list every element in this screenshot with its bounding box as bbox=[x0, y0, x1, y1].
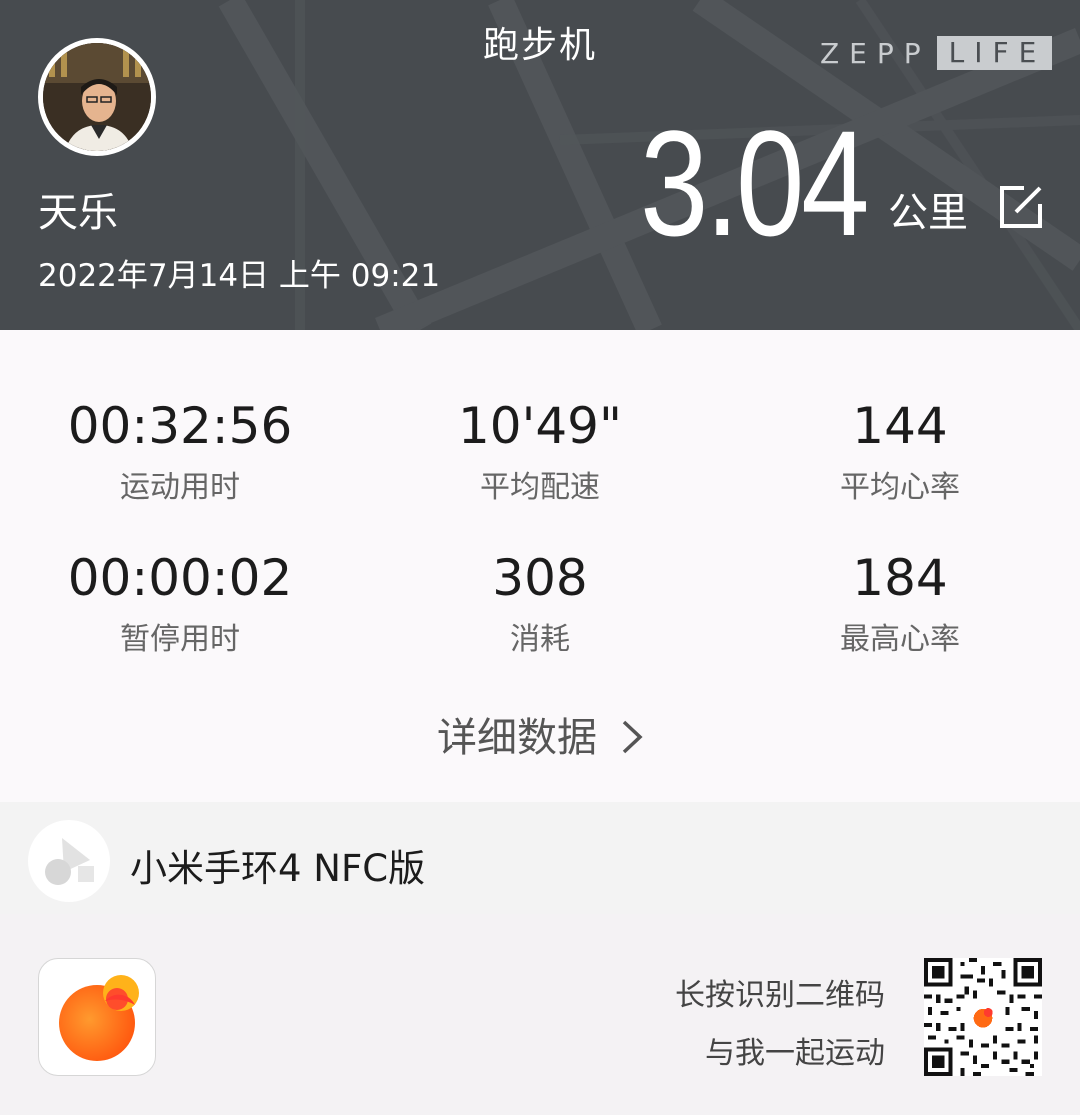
stat-calories: 308 消耗 bbox=[360, 548, 720, 658]
band-icon bbox=[45, 838, 94, 885]
footer: 长按识别二维码 与我一起运动 bbox=[0, 914, 1080, 1115]
avatar[interactable] bbox=[38, 38, 156, 156]
stat-label: 消耗 bbox=[510, 622, 570, 657]
brand-logo: ZEPP LIFE bbox=[820, 36, 1053, 70]
distance-value: 3.04 bbox=[640, 99, 870, 267]
zepp-life-app-icon bbox=[38, 958, 156, 1076]
edit-icon[interactable] bbox=[998, 184, 1044, 230]
stat-max-heart-rate: 184 最高心率 bbox=[720, 548, 1080, 658]
stat-value: 00:00:02 bbox=[67, 549, 293, 607]
device-name: 小米手环4 NFC版 bbox=[130, 847, 426, 890]
stat-avg-heart-rate: 144 平均心率 bbox=[720, 396, 1080, 506]
stat-label: 运动用时 bbox=[120, 470, 240, 505]
stat-label: 最高心率 bbox=[840, 622, 960, 657]
stats-panel: 00:32:56 运动用时 10'49" 平均配速 144 平均心率 00:00… bbox=[0, 330, 1080, 802]
stat-label: 平均配速 bbox=[480, 470, 600, 505]
device-row[interactable]: 小米手环4 NFC版 bbox=[0, 802, 1080, 914]
stat-value: 308 bbox=[492, 549, 588, 607]
app-logo-icon bbox=[59, 975, 139, 1061]
brand-logo-left: ZEPP bbox=[820, 36, 931, 70]
workout-date: 2022年7月14日 上午 09:21 bbox=[38, 258, 441, 294]
stat-value: 00:32:56 bbox=[67, 397, 293, 455]
avatar-image bbox=[43, 43, 151, 151]
stat-value: 144 bbox=[852, 397, 948, 455]
detail-data-link[interactable]: 详细数据 bbox=[0, 705, 1080, 763]
stat-value: 10'49" bbox=[458, 397, 622, 455]
stat-label: 平均心率 bbox=[840, 470, 960, 505]
stat-avg-pace: 10'49" 平均配速 bbox=[360, 396, 720, 506]
stat-label: 暂停用时 bbox=[120, 622, 240, 657]
stat-pause-duration: 00:00:02 暂停用时 bbox=[0, 548, 360, 658]
qr-code-icon[interactable] bbox=[924, 958, 1042, 1076]
detail-data-label: 详细数据 bbox=[437, 715, 597, 761]
device-icon bbox=[28, 820, 110, 902]
qr-hint-line2: 与我一起运动 bbox=[705, 1036, 885, 1071]
distance-unit: 公里 bbox=[888, 190, 968, 236]
qr-hint-line1: 长按识别二维码 bbox=[675, 978, 885, 1013]
chevron-right-icon bbox=[622, 720, 643, 754]
stat-duration: 00:32:56 运动用时 bbox=[0, 396, 360, 506]
header: 跑步机 ZEPP LIFE 天乐 2022年7月14日 上午 09:21 3.0… bbox=[0, 0, 1080, 330]
brand-logo-right: LIFE bbox=[936, 36, 1053, 70]
stat-value: 184 bbox=[852, 549, 948, 607]
user-name: 天乐 bbox=[38, 190, 118, 236]
